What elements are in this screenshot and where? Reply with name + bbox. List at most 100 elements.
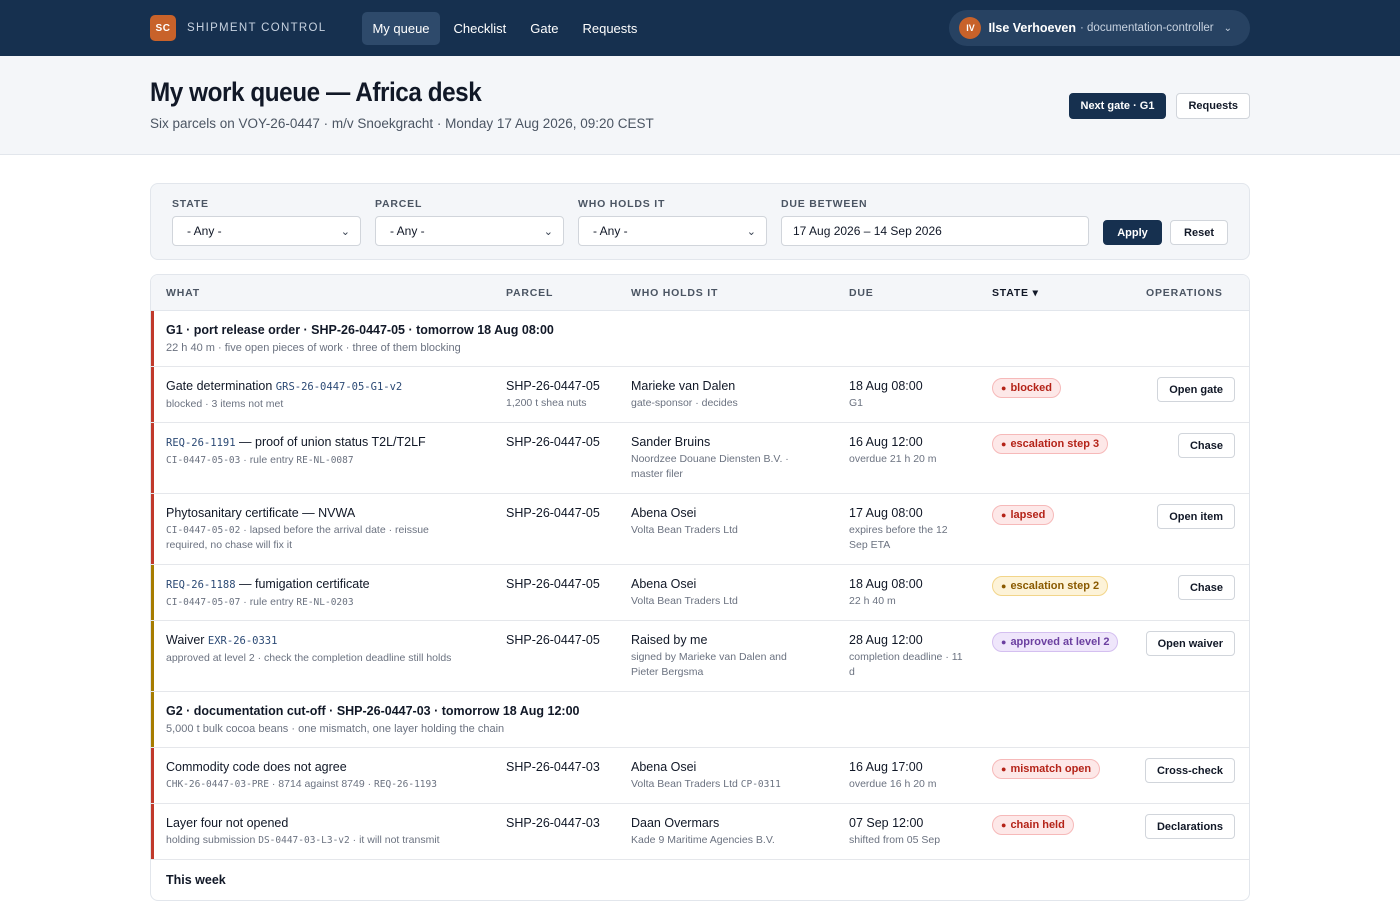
severity-bar <box>151 367 154 422</box>
due-meta: completion deadline · 11 d <box>849 651 963 678</box>
due-date: 16 Aug 12:00 <box>849 435 923 449</box>
table-row: REQ-26-1188 — fumigation certificate CI-… <box>151 565 1249 621</box>
col-operations: OPERATIONS <box>1146 287 1223 299</box>
due-date: 18 Aug 08:00 <box>849 379 923 393</box>
holder-name: Marieke van Dalen <box>631 379 736 393</box>
due-range-value: 17 Aug 2026 – 14 Sep 2026 <box>793 224 942 238</box>
open-item-button[interactable]: Open item <box>1157 504 1235 529</box>
item-meta-code: CI-0447-05-02 <box>166 525 241 536</box>
holder-cell: Abena Osei Volta Bean Traders Ltd <box>631 505 831 538</box>
holder-select-value: - Any - <box>593 224 628 238</box>
col-holder: WHO HOLDS IT <box>631 287 719 299</box>
parcel-filter-label: PARCEL <box>375 198 423 210</box>
parcel-cell: SHP-26-0447-05 <box>506 434 621 450</box>
parcel-select[interactable]: - Any - ⌄ <box>375 216 564 246</box>
holder-meta: signed by Marieke van Dalen and Pieter B… <box>631 651 787 678</box>
holder-name: Sander Bruins <box>631 435 711 449</box>
parcel-cell: SHP-26-0447-05 <box>506 576 621 592</box>
open-gate-button[interactable]: Open gate <box>1157 377 1235 402</box>
request-code: REQ-26-1193 <box>374 779 437 790</box>
holder-meta: Volta Bean Traders Ltd <box>631 595 738 607</box>
group-subtitle: 5,000 t bulk cocoa beans · one mismatch,… <box>166 723 505 735</box>
state-cell: ● chain held <box>992 815 1074 835</box>
item-meta-code: DS-0447-03-L3-v2 <box>258 835 350 846</box>
due-range-input[interactable]: 17 Aug 2026 – 14 Sep 2026 <box>781 216 1089 246</box>
open-waiver-button[interactable]: Open waiver <box>1145 631 1235 656</box>
item-code-link[interactable]: GRS-26-0447-05-G1-v2 <box>276 381 402 393</box>
due-cell: 17 Aug 08:00 expires before the 12 Sep ET… <box>849 505 969 553</box>
status-badge: ● escalation step 2 <box>992 576 1109 596</box>
parcel-select-value: - Any - <box>390 224 425 238</box>
item-meta: · rule entry <box>240 454 297 466</box>
group-title: G2 · documentation cut-off · SHP-26-0447… <box>166 704 580 718</box>
item-title: Layer four not opened <box>166 816 289 830</box>
what-cell: Commodity code does not agree CHK-26-044… <box>166 759 496 792</box>
parcel-cell: SHP-26-0447-05 1,200 t shea nuts <box>506 378 621 411</box>
holder-cell: Sander Bruins Noordzee Douane Diensten B.… <box>631 434 831 482</box>
status-badge-label: lapsed <box>1010 509 1046 521</box>
next-gate-button[interactable]: Next gate · G1 <box>1068 93 1167 119</box>
operations-cell: Chase <box>1177 575 1235 600</box>
chase-button[interactable]: Chase <box>1177 433 1235 458</box>
severity-bar <box>151 748 154 803</box>
operations-cell: Cross-check <box>1144 758 1235 783</box>
holder-meta: Noordzee Douane Diensten B.V. · master f… <box>631 453 789 480</box>
item-code-link[interactable]: REQ-26-1191 <box>166 437 236 449</box>
due-date: 17 Aug 08:00 <box>849 506 923 520</box>
item-code-link[interactable]: EXR-26-0331 <box>208 635 278 647</box>
main-nav: My queue Checklist Gate Requests <box>362 11 647 45</box>
item-meta-code: CI-0447-05-07 <box>166 597 241 608</box>
parcel-cell: SHP-26-0447-03 <box>506 759 621 775</box>
due-cell: 18 Aug 08:00 G1 <box>849 378 969 411</box>
col-state-sort[interactable]: STATE ▾ <box>992 287 1039 299</box>
holder-cell: Abena Osei Volta Bean Traders Ltd <box>631 576 831 609</box>
reset-button[interactable]: Reset <box>1170 220 1228 245</box>
severity-bar <box>151 565 154 620</box>
state-select-value: - Any - <box>187 224 222 238</box>
status-badge: ● mismatch open <box>992 759 1101 779</box>
filter-buttons: Apply Reset <box>1103 220 1228 245</box>
holder-filter-label: WHO HOLDS IT <box>578 198 666 210</box>
item-title: Gate determination <box>166 379 276 393</box>
item-meta: blocked · 3 items not met <box>166 398 284 410</box>
severity-bar <box>151 692 154 747</box>
due-date: 16 Aug 17:00 <box>849 760 923 774</box>
nav-checklist[interactable]: Checklist <box>444 12 517 45</box>
due-cell: 16 Aug 17:00 overdue 16 h 20 m <box>849 759 969 792</box>
item-title: — proof of union status T2L/T2LF <box>235 435 426 449</box>
apply-button[interactable]: Apply <box>1103 220 1162 245</box>
holder-cell: Daan Overmars Kade 9 Maritime Agencies B.… <box>631 815 831 848</box>
holder-select[interactable]: - Any - ⌄ <box>578 216 767 246</box>
top-navigation-bar: SC SHIPMENT CONTROL My queue Checklist G… <box>0 0 1400 56</box>
group-row-this-week: This week <box>151 860 1249 900</box>
status-badge: ● approved at level 2 <box>992 632 1119 652</box>
user-menu[interactable]: IV Ilse Verhoeven · documentation-contro… <box>949 10 1250 46</box>
holder-meta: Kade 9 Maritime Agencies B.V. <box>631 834 775 846</box>
page-subtitle: Six parcels on VOY-26-0447 · m/v Snoekgr… <box>150 116 654 131</box>
due-filter-label: DUE BETWEEN <box>781 198 868 210</box>
parcel-id: SHP-26-0447-03 <box>506 816 600 830</box>
due-meta: G1 <box>849 397 864 409</box>
due-date: 28 Aug 12:00 <box>849 633 923 647</box>
what-cell: Gate determination GRS-26-0447-05-G1-v2 … <box>166 378 496 412</box>
severity-bar <box>151 494 154 564</box>
chase-button[interactable]: Chase <box>1177 575 1235 600</box>
due-meta: overdue 21 h 20 m <box>849 453 937 465</box>
rule-entry-code: RE-NL-0203 <box>296 597 354 608</box>
nav-requests[interactable]: Requests <box>572 12 647 45</box>
declarations-button[interactable]: Declarations <box>1144 814 1235 839</box>
chevron-down-icon: ⌄ <box>543 225 553 238</box>
cross-check-button[interactable]: Cross-check <box>1144 758 1235 783</box>
nav-gate[interactable]: Gate <box>520 12 568 45</box>
parcel-id: SHP-26-0447-05 <box>506 379 600 393</box>
holder-filter: WHO HOLDS IT - Any - ⌄ <box>578 198 767 246</box>
operations-cell: Open gate <box>1157 377 1235 402</box>
app-logo[interactable]: SC <box>150 15 176 41</box>
nav-my-queue[interactable]: My queue <box>362 11 440 45</box>
requests-button[interactable]: Requests <box>1176 93 1250 119</box>
col-due: DUE <box>849 287 874 299</box>
item-code-link[interactable]: REQ-26-1188 <box>166 579 236 591</box>
state-select[interactable]: - Any - ⌄ <box>172 216 361 246</box>
holder-name: Abena Osei <box>631 577 697 591</box>
holder-meta: Volta Bean Traders Ltd <box>631 524 738 536</box>
